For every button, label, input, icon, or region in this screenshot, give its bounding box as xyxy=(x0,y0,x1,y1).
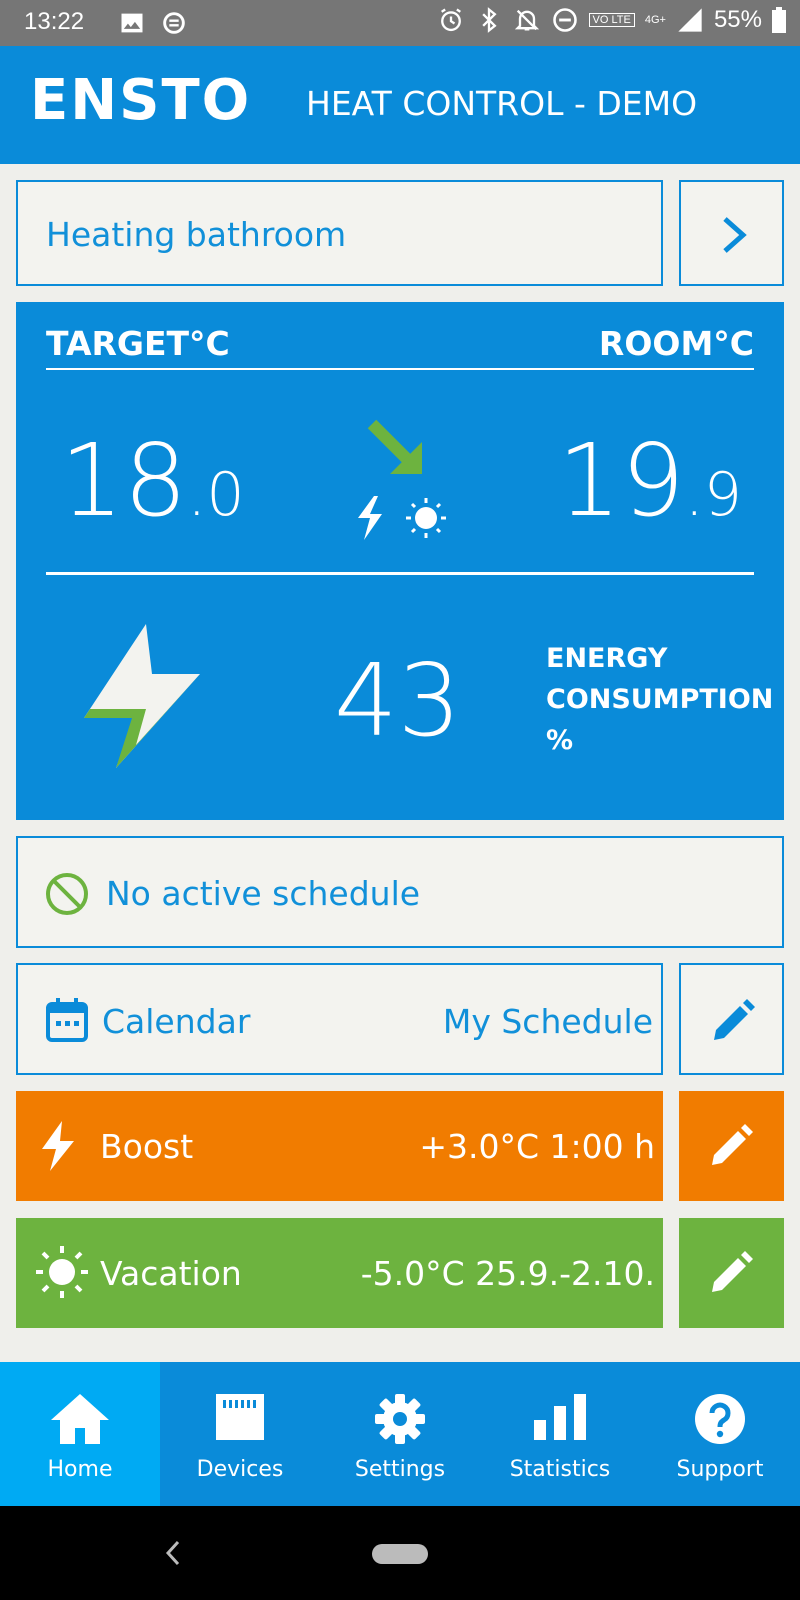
ensto-logo: ENSTO xyxy=(30,68,252,133)
energy-consumption-value: 43 xyxy=(334,642,462,759)
alarm-icon xyxy=(440,8,461,32)
thermostat-panel: TARGET°C ROOM°C 18.0 19.9 43 ENERGY CONS… xyxy=(16,302,784,820)
divider xyxy=(46,572,754,575)
nav-label: Devices xyxy=(196,1457,284,1482)
devices-icon xyxy=(216,1394,264,1440)
target-temperature[interactable]: 18.0 xyxy=(60,422,245,539)
nav-devices[interactable]: Devices xyxy=(160,1362,320,1506)
system-navigation-bar xyxy=(0,1506,800,1600)
calendar-value: My Schedule xyxy=(442,1002,653,1041)
target-temp-integer: 18 xyxy=(60,422,188,539)
boost-row[interactable]: Boost +3.0°C 1:00 h xyxy=(16,1091,663,1201)
bluetooth-icon xyxy=(481,7,497,33)
nav-home[interactable]: Home xyxy=(0,1362,160,1506)
room-label: ROOM°C xyxy=(598,324,754,363)
trend-indicator xyxy=(358,419,446,540)
edit-boost-button[interactable] xyxy=(679,1091,784,1201)
next-room-button[interactable] xyxy=(679,180,784,286)
schedule-status[interactable]: No active schedule xyxy=(16,836,784,948)
nav-settings[interactable]: Settings xyxy=(320,1362,480,1506)
energy-bolt-icon xyxy=(84,624,200,768)
divider xyxy=(46,368,754,370)
chevron-right-icon xyxy=(723,217,747,253)
schedule-status-text: No active schedule xyxy=(106,874,421,913)
edit-vacation-button[interactable] xyxy=(679,1218,784,1328)
gear-icon xyxy=(375,1394,425,1444)
volte-badge: VO LTE xyxy=(588,13,635,27)
nav-label: Home xyxy=(47,1457,113,1482)
nav-support[interactable]: Support xyxy=(640,1362,800,1506)
vacation-label: Vacation xyxy=(100,1254,242,1293)
app-header: ENSTO HEAT CONTROL - DEMO xyxy=(0,46,800,164)
sun-icon xyxy=(36,1246,88,1298)
page-title: HEAT CONTROL - DEMO xyxy=(306,84,698,123)
do-not-disturb-icon xyxy=(552,8,577,32)
heating-bolt-icon xyxy=(358,496,382,540)
pencil-icon xyxy=(714,999,755,1040)
room-selector[interactable]: Heating bathroom xyxy=(16,180,663,286)
sync-icon xyxy=(163,12,185,34)
bottom-navigation: Home Devices Settings Statistics Support xyxy=(0,1362,800,1506)
room-temp-decimal: .9 xyxy=(684,460,742,530)
trend-down-arrow-icon xyxy=(367,419,422,474)
nav-label: Support xyxy=(676,1457,764,1482)
target-temp-decimal: .0 xyxy=(187,460,245,530)
bolt-icon xyxy=(42,1121,74,1171)
boost-value: +3.0°C 1:00 h xyxy=(419,1127,655,1166)
energy-label-line: ENERGY xyxy=(546,643,668,674)
target-label: TARGET°C xyxy=(46,324,230,363)
vacation-value: -5.0°C 25.9.-2.10. xyxy=(360,1254,655,1293)
home-pill[interactable] xyxy=(372,1544,428,1564)
status-time: 13:22 xyxy=(24,8,85,35)
image-icon xyxy=(121,13,143,33)
room-temp-integer: 19 xyxy=(557,422,685,539)
edit-calendar-button[interactable] xyxy=(679,963,784,1075)
sun-icon xyxy=(406,498,446,538)
energy-label-line: % xyxy=(546,725,574,756)
bell-off-icon xyxy=(514,9,539,31)
vacation-row[interactable]: Vacation -5.0°C 25.9.-2.10. xyxy=(16,1218,663,1328)
pencil-icon xyxy=(712,1251,753,1292)
calendar-label: Calendar xyxy=(102,1002,251,1041)
pencil-icon xyxy=(712,1124,753,1165)
nav-label: Settings xyxy=(354,1457,446,1482)
no-schedule-icon xyxy=(46,873,88,915)
room-temperature: 19.9 xyxy=(558,422,743,539)
calendar-row[interactable]: Calendar My Schedule xyxy=(16,963,663,1075)
help-icon xyxy=(695,1394,745,1444)
home-icon xyxy=(51,1394,109,1444)
signal-icon xyxy=(678,8,702,32)
status-bar: 13:22 VO LTE 4G+ 55% xyxy=(0,0,800,46)
bar-chart-icon xyxy=(534,1394,586,1440)
battery-icon xyxy=(772,7,786,33)
energy-consumption-label: ENERGY CONSUMPTION % xyxy=(546,638,776,761)
network-type: 4G+ xyxy=(644,14,666,26)
energy-label-line: CONSUMPTION xyxy=(546,684,774,715)
room-name: Heating bathroom xyxy=(46,215,347,254)
back-icon[interactable] xyxy=(160,1536,184,1570)
nav-statistics[interactable]: Statistics xyxy=(480,1362,640,1506)
boost-label: Boost xyxy=(100,1127,194,1166)
calendar-icon xyxy=(46,998,88,1042)
battery-level: 55% xyxy=(713,6,762,33)
nav-label: Statistics xyxy=(509,1457,611,1482)
